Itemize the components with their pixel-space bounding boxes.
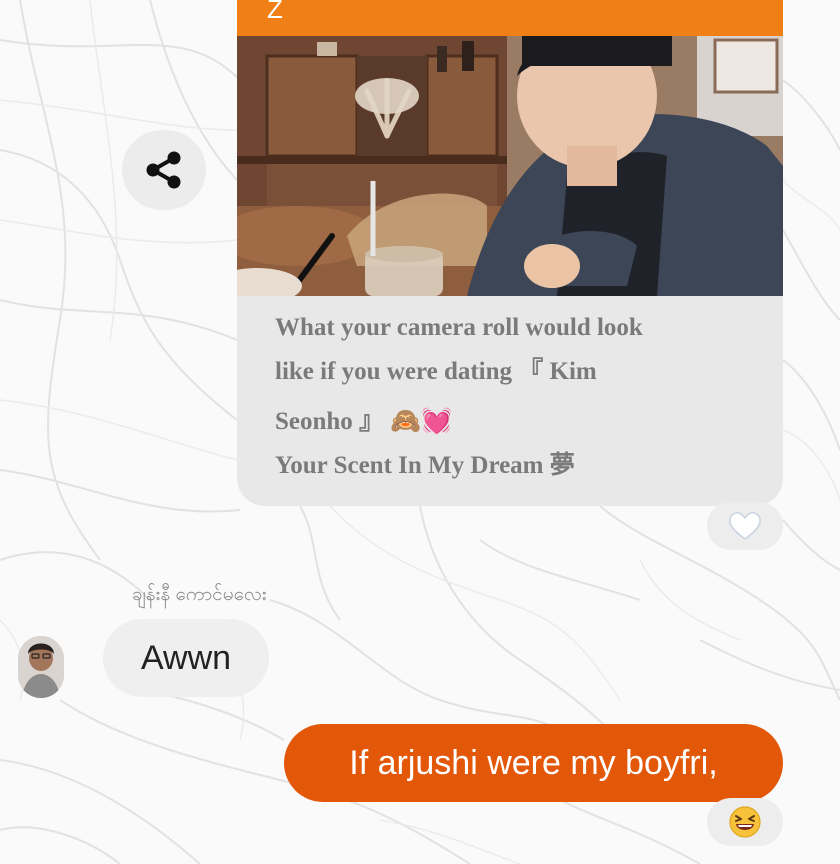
share-icon: [146, 151, 181, 189]
shared-post-header: Z: [237, 0, 783, 36]
incoming-message-text: Awwn: [140, 638, 232, 677]
incoming-message-bubble[interactable]: Awwn: [103, 619, 269, 697]
shared-post-caption: What your camera roll would look like if…: [275, 306, 755, 488]
caption-line-1: What your camera roll would look: [275, 314, 643, 341]
laughing-face-icon: [729, 806, 761, 838]
caption-line-4: Your Scent In My Dream 夢: [275, 452, 575, 479]
caption-line-3: Seonho 』 🙈💓: [275, 408, 453, 435]
outgoing-message-text: If arjushi were my boyfri,: [349, 743, 718, 782]
sender-avatar[interactable]: [18, 636, 64, 698]
post-reaction[interactable]: [707, 502, 783, 550]
shared-post-card[interactable]: Z What your camera roll would look like …: [237, 0, 783, 506]
outgoing-message-bubble[interactable]: If arjushi were my boyfri,: [284, 724, 783, 802]
avatar-photo: [18, 636, 64, 698]
share-button[interactable]: [122, 130, 206, 210]
shared-post-photo[interactable]: [237, 36, 783, 296]
caption-line-2: like if you were dating 『 Kim: [275, 358, 597, 385]
post-photo-illustration: [237, 36, 783, 296]
header-glyph: Z: [267, 0, 283, 24]
sender-name: ချန်းနီ ကောင်မလေး: [132, 584, 267, 605]
white-heart-icon: [729, 512, 761, 540]
outgoing-reaction[interactable]: [707, 798, 783, 846]
